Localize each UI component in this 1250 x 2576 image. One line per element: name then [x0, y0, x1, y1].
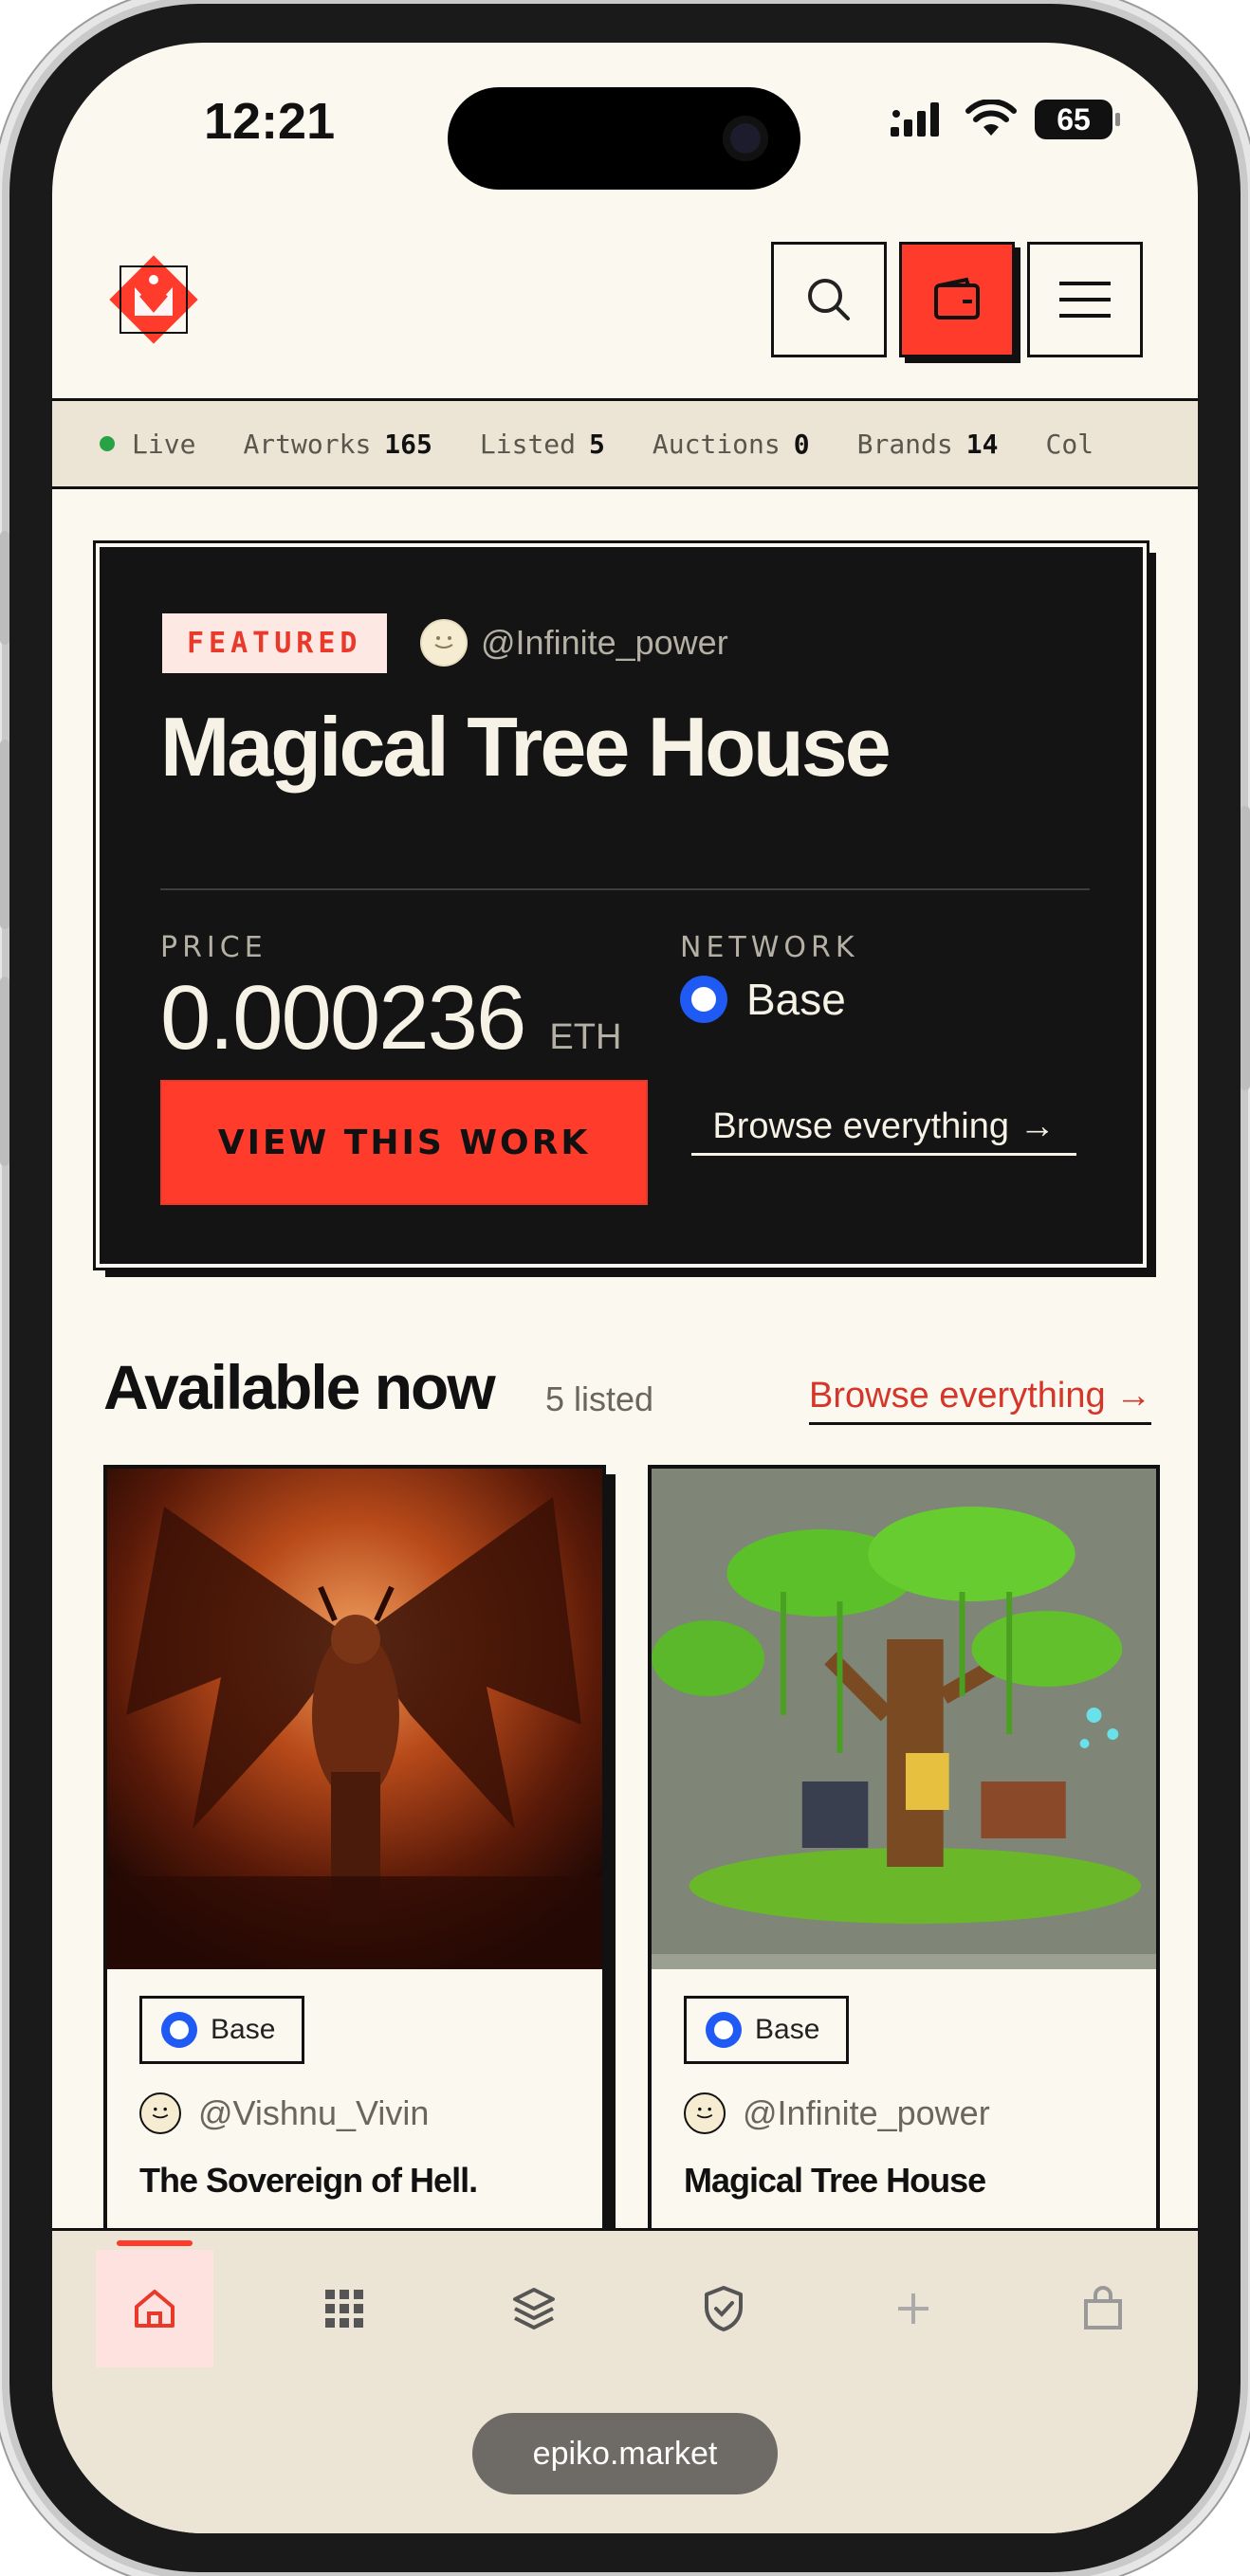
ticker-label: Listed	[479, 428, 577, 460]
live-dot-icon	[100, 436, 115, 451]
cellular-signal-icon	[891, 102, 939, 137]
avatar	[139, 2092, 181, 2134]
card-creator[interactable]: @Vishnu_Vivin	[139, 2092, 429, 2134]
listed-count: 5 listed	[545, 1379, 654, 1418]
avatar	[420, 619, 468, 667]
ticker-label: Artworks	[243, 428, 372, 460]
artwork-card[interactable]: Base @Vishnu_Vivin The Sovereign of Hell…	[103, 1465, 606, 2318]
featured-card: FEATURED @Infinite_power Magical Tree Ho…	[93, 540, 1149, 1270]
browse-everything-link[interactable]: Browse everything →	[691, 1106, 1076, 1156]
ticker-item-auctions: Auctions 0	[653, 429, 810, 460]
browser-url-pill[interactable]: epiko.market	[472, 2413, 778, 2494]
ticker-value: 0	[793, 428, 810, 460]
epiko-logo-icon[interactable]	[103, 249, 204, 350]
hamburger-menu-icon	[1059, 282, 1111, 318]
browse-everything-link[interactable]: Browse everything →	[809, 1376, 1152, 1425]
network-chip: Base	[684, 1996, 850, 2064]
nav-verified[interactable]	[665, 2250, 782, 2367]
price-unit: ETH	[549, 1017, 622, 1057]
volume-up-button	[0, 740, 9, 929]
price: 0.000236 ETH	[160, 966, 621, 1070]
price-label: PRICE	[160, 931, 267, 964]
screen: 12:21 65 Live Artworks 165 Listed 5 Auct…	[52, 43, 1198, 2533]
ticker-value: 14	[965, 428, 999, 460]
featured-creator-handle: @Infinite_power	[481, 623, 728, 662]
ticker-item-collections: Col	[1045, 429, 1094, 460]
artwork-image-sovereign-of-hell	[107, 1469, 602, 1969]
view-this-work-button[interactable]: VIEW THIS WORK	[160, 1080, 648, 1205]
menu-button[interactable]	[1027, 242, 1143, 357]
wallet-icon	[934, 277, 980, 320]
network: Base	[680, 974, 846, 1025]
network-chip-label: Base	[755, 2014, 820, 2045]
price-value: 0.000236	[160, 967, 526, 1069]
featured-badge: FEATURED	[162, 613, 387, 673]
artwork-card[interactable]: Base @Infinite_power Magical Tree House	[648, 1465, 1160, 2318]
base-network-icon	[161, 2012, 197, 2048]
base-network-icon	[680, 976, 727, 1023]
ticker-live-label: Live	[132, 428, 196, 460]
divider	[160, 888, 1090, 890]
base-network-icon	[706, 2012, 742, 2048]
plus-icon	[898, 2293, 928, 2324]
ticker-item-brands: Brands 14	[857, 429, 999, 460]
grid-icon	[325, 2290, 363, 2328]
ticker-label: Auctions	[652, 428, 781, 460]
home-icon	[135, 2290, 175, 2328]
nav-explore[interactable]	[285, 2250, 403, 2367]
card-creator[interactable]: @Infinite_power	[684, 2092, 990, 2134]
smiley-avatar-icon	[434, 636, 453, 649]
ticker-value: 165	[384, 428, 432, 460]
featured-title: Magical Tree House	[160, 700, 892, 794]
ticker-label: Brands	[856, 428, 953, 460]
wallet-button[interactable]	[899, 242, 1015, 357]
smiley-avatar-icon	[152, 2107, 169, 2119]
ticker-live: Live	[132, 429, 195, 460]
section-title: Available now	[103, 1352, 496, 1422]
nav-create[interactable]	[855, 2250, 972, 2367]
ticker-item-listed: Listed 5	[480, 429, 605, 460]
status-time: 12:21	[204, 93, 336, 150]
dynamic-island	[448, 87, 800, 190]
ticker-label: Col	[1045, 428, 1094, 460]
stats-ticker: Live Artworks 165 Listed 5 Auctions 0 Brand…	[52, 398, 1198, 489]
volume-down-button	[0, 977, 9, 1166]
smiley-avatar-icon	[696, 2107, 713, 2119]
card-title: The Sovereign of Hell.	[139, 2161, 478, 2200]
ticker-value: 5	[589, 428, 605, 460]
layers-icon	[513, 2288, 555, 2329]
card-title: Magical Tree House	[684, 2161, 986, 2200]
avatar	[684, 2092, 726, 2134]
ticker-item-artworks: Artworks 165	[243, 429, 432, 460]
nav-bag[interactable]	[1044, 2250, 1162, 2367]
search-button[interactable]	[771, 242, 887, 357]
status-icons: 65	[889, 100, 1120, 139]
nav-collections[interactable]	[475, 2250, 593, 2367]
action-button	[0, 531, 9, 645]
battery-icon: 65	[1035, 100, 1120, 139]
artwork-image-magical-tree-house	[652, 1469, 1156, 1969]
network-label: NETWORK	[680, 931, 859, 964]
power-button	[1241, 806, 1250, 1090]
search-icon	[808, 279, 850, 320]
card-creator-handle: @Infinite_power	[743, 2093, 990, 2132]
network-chip-label: Base	[211, 2014, 276, 2045]
camera-icon	[723, 116, 768, 161]
bag-icon	[1084, 2286, 1122, 2329]
nav-home[interactable]	[96, 2240, 213, 2367]
network-chip: Base	[139, 1996, 305, 2064]
shield-check-icon	[705, 2286, 743, 2331]
network-value: Base	[746, 975, 846, 1024]
featured-creator[interactable]: @Infinite_power	[420, 619, 728, 667]
wifi-icon	[965, 100, 1017, 136]
card-creator-handle: @Vishnu_Vivin	[198, 2093, 430, 2132]
